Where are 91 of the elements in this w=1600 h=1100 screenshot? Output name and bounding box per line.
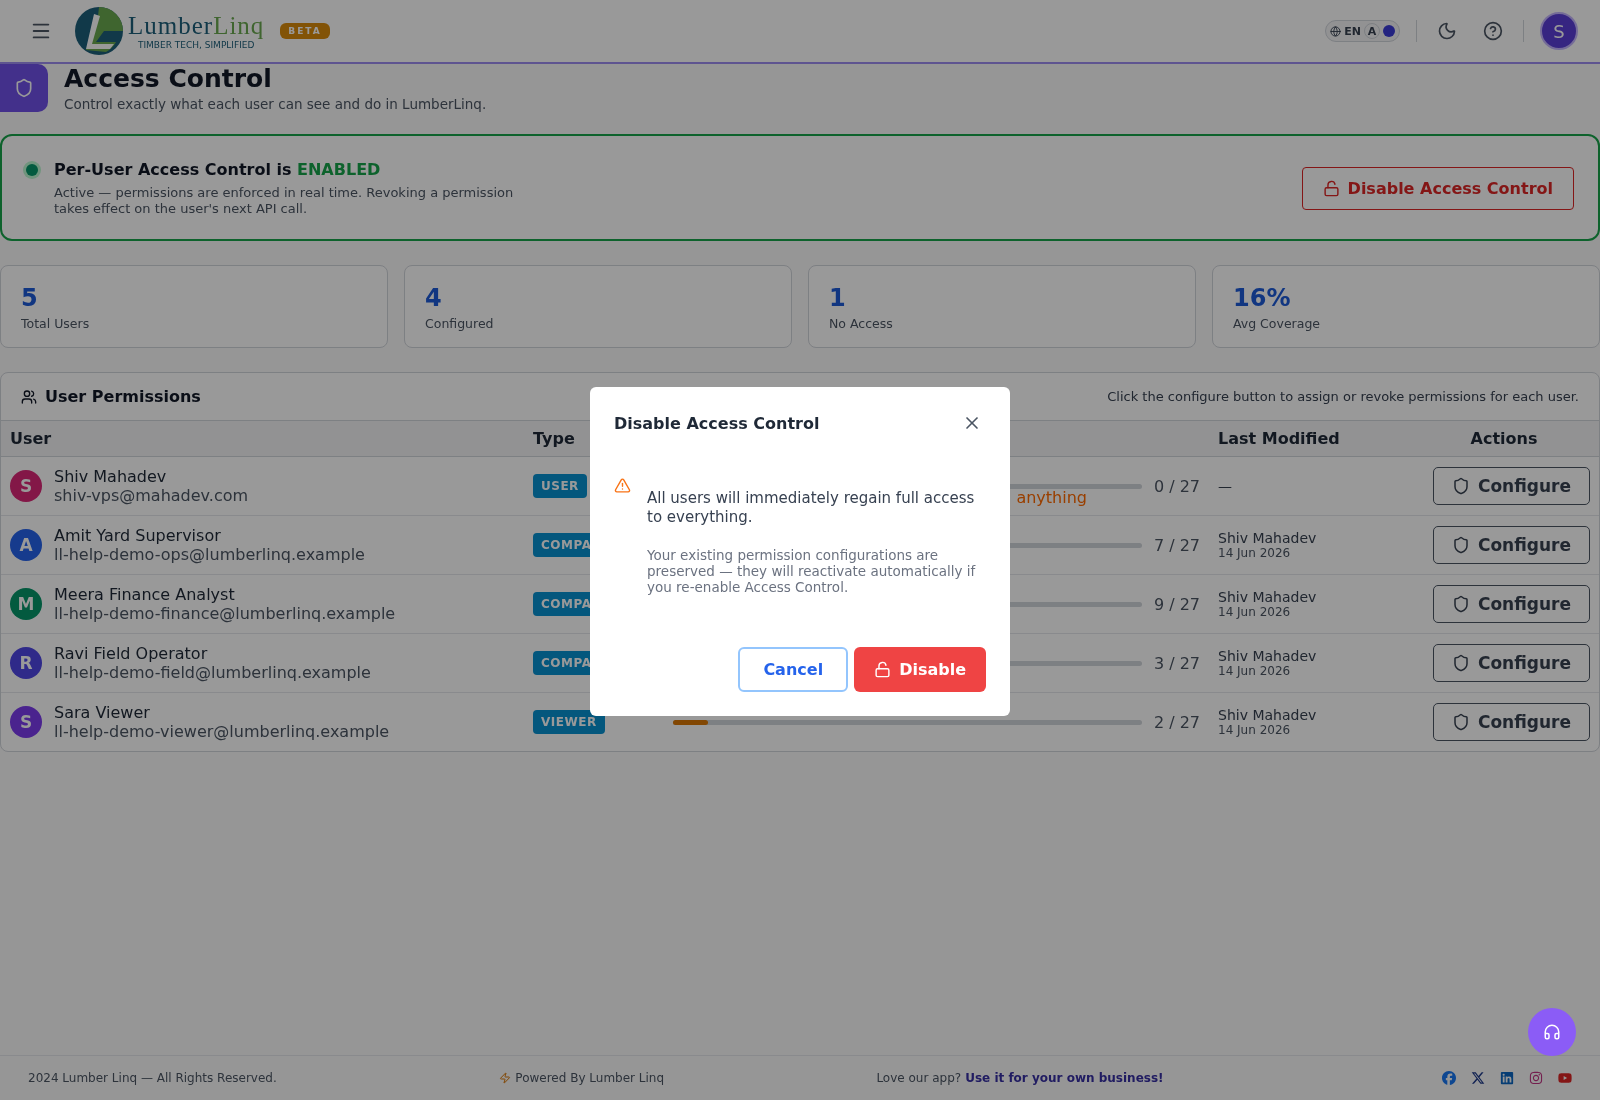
stat-label: Total Users <box>21 316 91 331</box>
coverage-count: 0 / 27 <box>1153 476 1200 496</box>
modified-by: Shiv Mahadev <box>1218 530 1317 546</box>
unlock-icon <box>1322 180 1340 197</box>
column-header: User <box>1 420 524 457</box>
stat-label: Avg Coverage <box>1233 316 1321 331</box>
user-avatar: R <box>10 647 42 679</box>
user-name: Ravi Field Operator <box>54 644 209 663</box>
user-email: ll-help-demo-field@lumberlinq.example <box>54 663 371 682</box>
modified-date: 14 Jun 2026 <box>1218 546 1292 560</box>
user-name: Amit Yard Supervisor <box>54 526 222 545</box>
x-icon[interactable] <box>1471 1071 1485 1085</box>
globe-icon <box>1330 25 1342 37</box>
beta-badge: BETA <box>280 23 330 39</box>
card-hint: Click the configure button to assign or revoke permissions for each user. <box>1107 389 1579 404</box>
coverage-count: 7 / 27 <box>1153 535 1200 555</box>
shield-icon <box>1451 654 1470 672</box>
unlock-icon <box>874 661 892 678</box>
linkedin-icon[interactable] <box>1500 1071 1514 1085</box>
user-avatar: S <box>10 706 42 738</box>
copyright-text: 2024 Lumber Linq — All Rights Reserved. <box>28 1071 278 1085</box>
warning-icon <box>614 477 631 494</box>
configure-button[interactable]: Configure <box>1432 526 1590 564</box>
configure-button[interactable]: Configure <box>1432 703 1590 741</box>
user-email: ll-help-demo-finance@lumberlinq.example <box>54 604 396 623</box>
user-avatar[interactable]: S <box>1540 12 1578 50</box>
coverage-count: 3 / 27 <box>1153 653 1200 673</box>
type-badge: USER <box>533 474 587 498</box>
status-description: Active — permissions are enforced in real time. Revoking a permission takes effect on the user's next API call. <box>54 185 515 217</box>
stat-label: No Access <box>829 316 894 331</box>
help-icon <box>1483 21 1503 41</box>
modified-by: Shiv Mahadev <box>1218 589 1317 605</box>
cancel-button[interactable]: Cancel <box>738 647 849 692</box>
instagram-icon[interactable] <box>1529 1071 1543 1085</box>
user-name: Meera Finance Analyst <box>54 585 236 604</box>
disable-button[interactable]: Disable <box>854 647 986 692</box>
status-title: Per-User Access Control is ENABLED <box>54 160 382 179</box>
language-toggle[interactable]: EN A <box>1325 20 1400 42</box>
shield-icon <box>14 78 34 98</box>
stat-value: 1 <box>829 284 847 312</box>
user-avatar: S <box>10 470 42 502</box>
user-avatar: A <box>10 529 42 561</box>
coverage-count: 9 / 27 <box>1153 594 1200 614</box>
modified-by: — <box>1218 478 1232 494</box>
modified-date: 14 Jun 2026 <box>1218 605 1292 619</box>
language-code: EN <box>1344 24 1361 38</box>
page-subtitle: Control exactly what each user can see and do in LumberLinq. <box>64 96 487 112</box>
logo-icon <box>74 6 124 56</box>
stat-label: Configured <box>425 316 495 331</box>
disable-access-button[interactable]: Disable Access Control <box>1301 167 1574 210</box>
modified-by: Shiv Mahadev <box>1218 707 1317 723</box>
brand-name: LumberLinq <box>128 12 265 40</box>
type-badge: VIEWER <box>533 710 605 734</box>
support-button[interactable] <box>1528 1008 1576 1056</box>
youtube-icon[interactable] <box>1558 1071 1572 1085</box>
shield-icon <box>1451 595 1470 613</box>
facebook-icon[interactable] <box>1442 1071 1456 1085</box>
modified-date: 14 Jun 2026 <box>1218 664 1292 678</box>
users-icon <box>21 388 37 405</box>
shield-icon <box>1451 477 1470 495</box>
moon-icon <box>1437 21 1457 41</box>
card-title: User Permissions <box>45 387 201 406</box>
dialog-detail: Your existing permission configurations are preserved — they will reactivate automatically if you re-enable Access Control. <box>647 547 977 595</box>
headset-icon <box>1543 1023 1561 1041</box>
stat-value: 16% <box>1233 284 1292 312</box>
coverage-count: 2 / 27 <box>1153 712 1200 732</box>
user-avatar: M <box>10 588 42 620</box>
promo-link[interactable]: Use it for your own business! <box>965 1071 1164 1085</box>
configure-button[interactable]: Configure <box>1432 644 1590 682</box>
shield-icon <box>1451 713 1470 731</box>
user-name: Sara Viewer <box>54 703 151 722</box>
powered-by-text: Powered By Lumber Linq <box>515 1071 665 1085</box>
user-name: Shiv Mahadev <box>54 467 168 486</box>
stat-value: 4 <box>425 284 443 312</box>
user-email: ll-help-demo-viewer@lumberlinq.example <box>54 722 390 741</box>
shield-icon <box>1451 536 1470 554</box>
user-email: shiv-vps@mahadev.com <box>54 486 249 505</box>
user-email: ll-help-demo-ops@lumberlinq.example <box>54 545 365 564</box>
bolt-icon <box>499 1072 512 1084</box>
configure-button[interactable]: Configure <box>1432 467 1590 505</box>
stat-value: 5 <box>21 284 39 312</box>
coverage-note: anything <box>1016 488 1087 507</box>
promo-text: Love our app? <box>876 1071 962 1085</box>
page-title: Access Control <box>64 64 273 94</box>
column-header: Last Modified <box>1209 420 1409 457</box>
brand-tagline: TIMBER TECH, SIMPLIFIED <box>137 40 255 50</box>
configure-button[interactable]: Configure <box>1432 585 1590 623</box>
modified-date: 14 Jun 2026 <box>1218 723 1292 737</box>
dialog-message: All users will immediately regain full access to everything. <box>647 489 976 527</box>
column-header: Actions <box>1409 420 1599 457</box>
modified-by: Shiv Mahadev <box>1218 648 1317 664</box>
